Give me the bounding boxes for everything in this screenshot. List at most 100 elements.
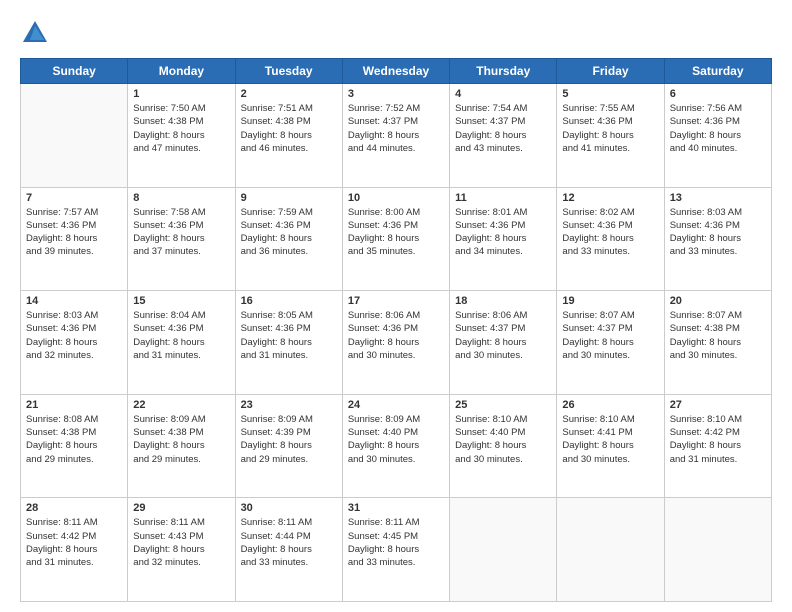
day-info: Sunrise: 7:54 AMSunset: 4:37 PMDaylight:… xyxy=(455,102,551,155)
day-info-line: and 31 minutes. xyxy=(670,454,738,465)
day-number: 20 xyxy=(670,295,766,307)
calendar-cell: 26 Sunrise: 8:10 AM Sunset: 4:41 PM Dayligh… xyxy=(557,394,664,498)
day-number: 2 xyxy=(241,88,337,100)
day-info-line: Daylight: 8 hours xyxy=(455,440,526,451)
day-info-line: Sunrise: 7:56 AM xyxy=(670,103,742,114)
day-info-line: Daylight: 8 hours xyxy=(348,440,419,451)
day-info-line: Daylight: 8 hours xyxy=(133,130,204,141)
day-info-line: Sunset: 4:45 PM xyxy=(348,531,418,542)
day-info-line: Sunrise: 8:11 AM xyxy=(348,517,420,528)
day-info: Sunrise: 8:07 AMSunset: 4:38 PMDaylight:… xyxy=(670,309,766,362)
day-info-line: Sunrise: 8:00 AM xyxy=(348,207,420,218)
day-info-line: Sunset: 4:36 PM xyxy=(26,220,96,231)
calendar-cell xyxy=(664,498,771,602)
day-number: 17 xyxy=(348,295,444,307)
day-info-line: and 43 minutes. xyxy=(455,143,523,154)
day-number: 21 xyxy=(26,399,122,411)
day-number: 25 xyxy=(455,399,551,411)
day-info-line: Sunset: 4:39 PM xyxy=(241,427,311,438)
day-info-line: Daylight: 8 hours xyxy=(241,440,312,451)
day-info-line: Daylight: 8 hours xyxy=(455,233,526,244)
day-info-line: Sunrise: 8:06 AM xyxy=(348,310,420,321)
day-info-line: and 30 minutes. xyxy=(348,350,416,361)
calendar-week-row: 7Sunrise: 7:57 AMSunset: 4:36 PMDaylight… xyxy=(21,187,772,291)
day-info-line: Sunset: 4:41 PM xyxy=(562,427,632,438)
day-info-line: Daylight: 8 hours xyxy=(241,337,312,348)
day-info-line: and 30 minutes. xyxy=(455,454,523,465)
calendar-week-row: 28Sunrise: 8:11 AMSunset: 4:42 PMDayligh… xyxy=(21,498,772,602)
calendar-cell xyxy=(21,84,128,188)
calendar-cell: 9Sunrise: 7:59 AMSunset: 4:36 PMDaylight… xyxy=(235,187,342,291)
day-info-line: Sunrise: 7:59 AM xyxy=(241,207,313,218)
day-info-line: and 33 minutes. xyxy=(562,246,630,257)
day-info-line: Sunset: 4:37 PM xyxy=(348,116,418,127)
day-number: 8 xyxy=(133,192,229,204)
day-header-monday: Monday xyxy=(128,59,235,84)
calendar-cell: 8 Sunrise: 7:58 AMSunset: 4:36 PMDaylight… xyxy=(128,187,235,291)
day-info-line: and 29 minutes. xyxy=(133,454,201,465)
day-info-line: Daylight: 8 hours xyxy=(133,440,204,451)
day-info-line: Daylight: 8 hours xyxy=(133,337,204,348)
day-number: 10 xyxy=(348,192,444,204)
day-info: Sunrise: 8:09 AMSunset: 4:40 PMDaylight:… xyxy=(348,413,444,466)
day-info-line: and 32 minutes. xyxy=(26,350,94,361)
calendar-cell: 13Sunrise: 8:03 AMSunset: 4:36 PMDayligh… xyxy=(664,187,771,291)
day-info: Sunrise: 7:58 AMSunset: 4:36 PMDaylight:… xyxy=(133,206,229,259)
day-info-line: Sunrise: 8:11 AM xyxy=(133,517,205,528)
day-info-line: Sunrise: 8:06 AM xyxy=(455,310,527,321)
day-info-line: Daylight: 8 hours xyxy=(562,440,633,451)
day-info: Sunrise: 7:50 AMSunset: 4:38 PMDaylight:… xyxy=(133,102,229,155)
day-info-line: Daylight: 8 hours xyxy=(670,233,741,244)
day-info-line: Sunset: 4:37 PM xyxy=(562,323,632,334)
day-number: 3 xyxy=(348,88,444,100)
calendar-cell: 15Sunrise: 8:04 AMSunset: 4:36 PMDayligh… xyxy=(128,291,235,395)
day-info-line: and 40 minutes. xyxy=(670,143,738,154)
day-number: 31 xyxy=(348,502,444,514)
day-info-line: Daylight: 8 hours xyxy=(562,233,633,244)
day-info-line: Sunrise: 8:03 AM xyxy=(26,310,98,321)
day-number: 14 xyxy=(26,295,122,307)
day-info-line: Sunrise: 8:09 AM xyxy=(241,414,313,425)
calendar-cell: 1Sunrise: 7:50 AMSunset: 4:38 PMDaylight… xyxy=(128,84,235,188)
day-info-line: Daylight: 8 hours xyxy=(133,233,204,244)
day-info-line: Daylight: 8 hours xyxy=(241,130,312,141)
day-info-line: Sunrise: 8:11 AM xyxy=(241,517,313,528)
day-info: Sunrise: 8:11 AMSunset: 4:44 PMDaylight:… xyxy=(241,516,337,569)
header xyxy=(20,18,772,48)
day-info-line: Daylight: 8 hours xyxy=(455,337,526,348)
day-info-line: and 33 minutes. xyxy=(241,557,309,568)
day-number: 30 xyxy=(241,502,337,514)
day-info-line: Sunrise: 8:10 AM xyxy=(562,414,634,425)
day-info: Sunrise: 8:08 AMSunset: 4:38 PMDaylight:… xyxy=(26,413,122,466)
calendar-week-row: 21 Sunrise: 8:08 AMSunset: 4:38 PMDayligh… xyxy=(21,394,772,498)
day-number: 15 xyxy=(133,295,229,307)
day-info: Sunrise: 8:01 AMSunset: 4:36 PMDaylight:… xyxy=(455,206,551,259)
day-info-line: Sunset: 4:37 PM xyxy=(455,116,525,127)
day-info-line: Sunrise: 7:51 AM xyxy=(241,103,313,114)
day-info-line: Daylight: 8 hours xyxy=(670,440,741,451)
day-info: Sunrise: 8:11 AMSunset: 4:43 PMDaylight:… xyxy=(133,516,229,569)
day-info-line: Daylight: 8 hours xyxy=(26,337,97,348)
day-info-line: Daylight: 8 hours xyxy=(348,130,419,141)
day-info-line: and 33 minutes. xyxy=(670,246,738,257)
day-info-line: Daylight: 8 hours xyxy=(26,440,97,451)
day-number: 26 xyxy=(562,399,658,411)
day-info-line: Sunrise: 7:50 AM xyxy=(133,103,205,114)
day-info-line: Sunset: 4:36 PM xyxy=(562,220,632,231)
day-info-line: Sunrise: 8:09 AM xyxy=(133,414,205,425)
day-info-line: Sunrise: 8:01 AM xyxy=(455,207,527,218)
calendar-cell: 5Sunrise: 7:55 AMSunset: 4:36 PMDaylight… xyxy=(557,84,664,188)
calendar-cell: 6Sunrise: 7:56 AMSunset: 4:36 PMDaylight… xyxy=(664,84,771,188)
day-info-line: Sunrise: 7:54 AM xyxy=(455,103,527,114)
calendar-header-row: SundayMondayTuesdayWednesdayThursdayFrid… xyxy=(21,59,772,84)
calendar-cell: 27Sunrise: 8:10 AMSunset: 4:42 PMDayligh… xyxy=(664,394,771,498)
day-info-line: Sunset: 4:40 PM xyxy=(455,427,525,438)
day-info-line: and 47 minutes. xyxy=(133,143,201,154)
day-info: Sunrise: 8:06 AMSunset: 4:36 PMDaylight:… xyxy=(348,309,444,362)
logo xyxy=(20,18,54,48)
day-info: Sunrise: 8:11 AMSunset: 4:42 PMDaylight:… xyxy=(26,516,122,569)
calendar-cell: 11Sunrise: 8:01 AMSunset: 4:36 PMDayligh… xyxy=(450,187,557,291)
day-info: Sunrise: 8:02 AMSunset: 4:36 PMDaylight:… xyxy=(562,206,658,259)
day-info-line: Sunrise: 8:07 AM xyxy=(562,310,634,321)
day-info-line: and 29 minutes. xyxy=(241,454,309,465)
